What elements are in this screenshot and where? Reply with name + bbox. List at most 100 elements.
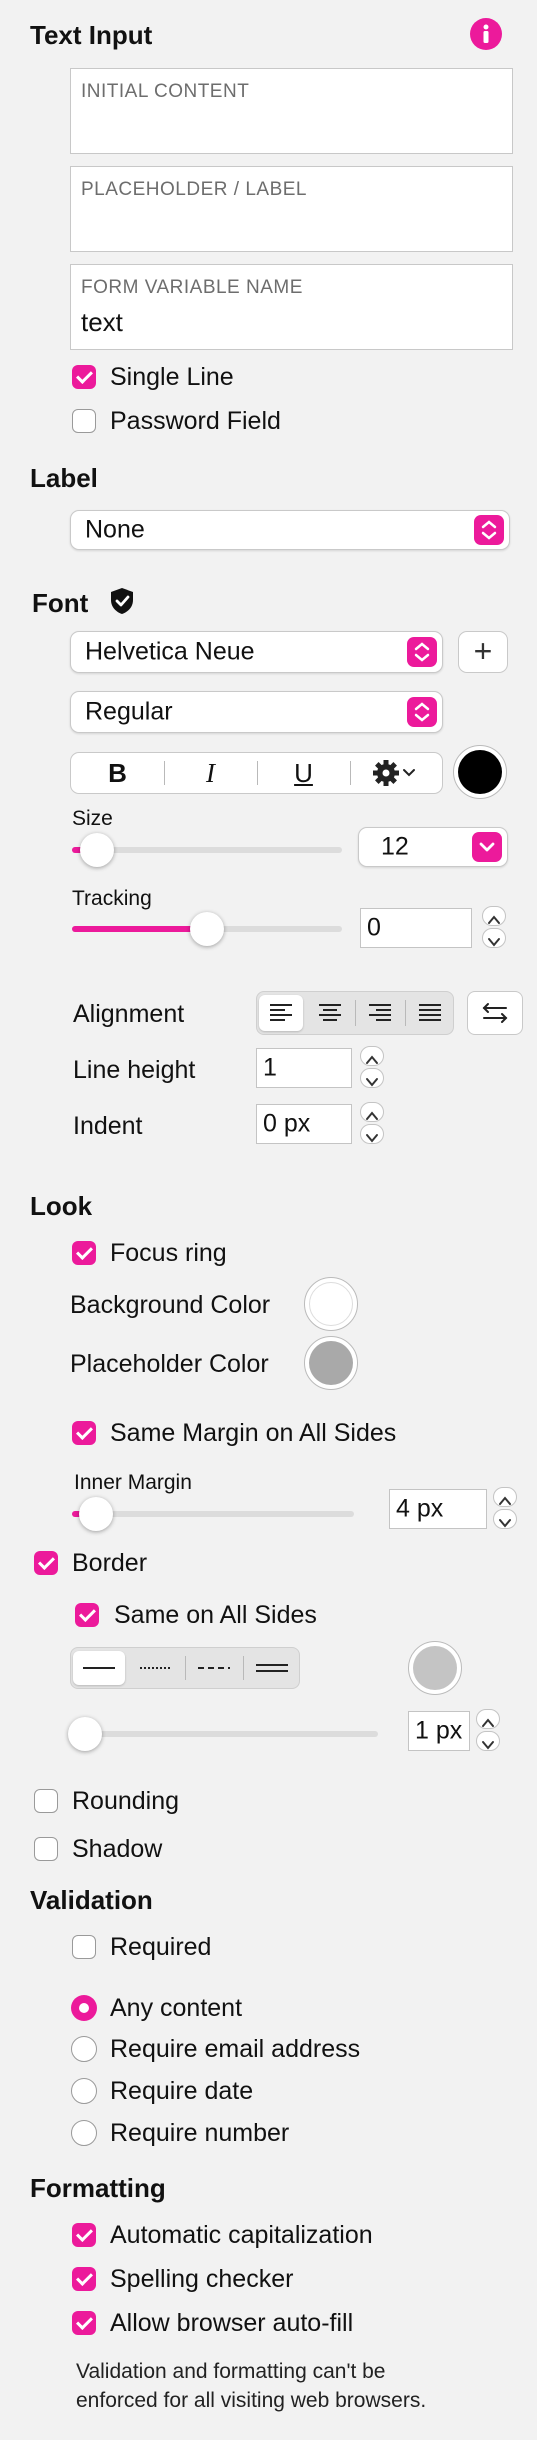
background-color-swatch: [309, 1282, 353, 1326]
label-select[interactable]: None: [70, 510, 510, 550]
align-left-button[interactable]: [259, 995, 303, 1031]
shadow-label: Shadow: [72, 1835, 163, 1863]
placeholder-color-well[interactable]: [304, 1336, 358, 1390]
section-title-font: Font: [32, 588, 89, 618]
spelling-checker-label: Spelling checker: [110, 2265, 294, 2293]
italic-button[interactable]: I: [164, 753, 257, 793]
stepper-up[interactable]: [360, 1102, 384, 1122]
align-right-button[interactable]: [356, 992, 404, 1034]
tracking-slider-knob[interactable]: [190, 912, 224, 946]
stepper-down[interactable]: [476, 1731, 500, 1751]
size-value: 12: [381, 832, 409, 861]
radio-require-date[interactable]: [71, 2078, 97, 2104]
line-solid-icon: [83, 1667, 115, 1669]
inner-margin-label: Inner Margin: [74, 1471, 192, 1494]
indent-stepper[interactable]: [360, 1102, 384, 1146]
inner-margin-slider-track: [72, 1511, 354, 1517]
placeholder-label-placeholder: PLACEHOLDER / LABEL: [81, 179, 307, 200]
same-on-all-sides-checkbox[interactable]: [75, 1603, 99, 1627]
stepper-down[interactable]: [360, 1124, 384, 1144]
align-center-icon: [319, 1004, 341, 1021]
line-double-icon: [256, 1664, 288, 1672]
border-label: Border: [72, 1549, 148, 1577]
radio-require-number[interactable]: [71, 2120, 97, 2146]
background-color-well[interactable]: [304, 1277, 358, 1331]
spelling-checker-checkbox[interactable]: [72, 2267, 96, 2291]
border-width-stepper[interactable]: [476, 1709, 500, 1753]
stepper-up[interactable]: [476, 1709, 500, 1729]
auto-capitalization-label: Automatic capitalization: [110, 2221, 373, 2249]
info-icon[interactable]: [470, 18, 502, 50]
border-width-slider-track: [72, 1731, 378, 1737]
radio-require-email[interactable]: [71, 2036, 97, 2062]
placeholder-color-label: Placeholder Color: [70, 1350, 269, 1378]
border-solid-button[interactable]: [73, 1651, 125, 1685]
stepper-down[interactable]: [493, 1509, 517, 1529]
chevron-down-icon: [472, 832, 502, 862]
border-color-well[interactable]: [408, 1641, 462, 1695]
text-color-well[interactable]: [453, 745, 507, 799]
tracking-slider-fill: [72, 926, 207, 932]
auto-capitalization-checkbox[interactable]: [72, 2223, 96, 2247]
tracking-stepper[interactable]: [482, 906, 506, 950]
placeholder-color-swatch: [309, 1341, 353, 1385]
size-select[interactable]: 12: [358, 827, 508, 867]
font-family-select[interactable]: Helvetica Neue: [70, 631, 443, 673]
font-weight-value: Regular: [85, 697, 173, 726]
section-title-validation: Validation: [30, 1885, 153, 1915]
indent-input[interactable]: 0 px: [256, 1104, 352, 1144]
stepper-down[interactable]: [482, 928, 506, 948]
required-checkbox[interactable]: [72, 1935, 96, 1959]
add-font-button[interactable]: +: [458, 631, 508, 673]
section-title-formatting: Formatting: [30, 2173, 166, 2203]
same-margin-label: Same Margin on All Sides: [110, 1419, 397, 1447]
size-slider-knob[interactable]: [80, 833, 114, 867]
underline-button[interactable]: U: [257, 753, 350, 793]
tracking-input[interactable]: 0: [360, 908, 472, 948]
size-label: Size: [72, 807, 113, 830]
inner-margin-input[interactable]: 4 px: [389, 1489, 487, 1529]
stepper-down[interactable]: [360, 1068, 384, 1088]
border-width-input[interactable]: 1 px: [408, 1711, 470, 1751]
single-line-checkbox[interactable]: [72, 365, 96, 389]
updown-chevrons-icon: [407, 637, 437, 667]
text-options-button[interactable]: [350, 753, 443, 793]
align-justify-button[interactable]: [406, 992, 454, 1034]
inner-margin-stepper[interactable]: [493, 1487, 517, 1531]
border-checkbox[interactable]: [34, 1551, 58, 1575]
rounding-checkbox[interactable]: [34, 1789, 58, 1813]
radio-any-content[interactable]: [71, 1995, 97, 2021]
shadow-checkbox[interactable]: [34, 1837, 58, 1861]
border-width-slider-knob[interactable]: [68, 1717, 102, 1751]
border-double-button[interactable]: [244, 1648, 300, 1688]
stepper-up[interactable]: [482, 906, 506, 926]
section-title-text-input: Text Input: [30, 20, 153, 50]
initial-content-field[interactable]: INITIAL CONTENT: [70, 68, 513, 154]
border-style-segmented-control: [70, 1647, 300, 1689]
align-right-icon: [369, 1004, 391, 1021]
border-width-value: 1 px: [415, 1716, 463, 1745]
line-dashed-icon: [198, 1667, 230, 1669]
bold-button[interactable]: B: [71, 753, 164, 793]
border-dotted-button[interactable]: [128, 1648, 184, 1688]
tracking-value: 0: [367, 913, 381, 942]
stepper-up[interactable]: [493, 1487, 517, 1507]
form-variable-value: text: [81, 307, 123, 337]
font-weight-select[interactable]: Regular: [70, 691, 443, 733]
focus-ring-checkbox[interactable]: [72, 1241, 96, 1265]
form-variable-field[interactable]: FORM VARIABLE NAME text: [70, 264, 513, 350]
same-margin-checkbox[interactable]: [72, 1421, 96, 1445]
inner-margin-slider-knob[interactable]: [79, 1497, 113, 1531]
line-height-stepper[interactable]: [360, 1046, 384, 1090]
browser-autofill-checkbox[interactable]: [72, 2311, 96, 2335]
initial-content-placeholder: INITIAL CONTENT: [81, 81, 250, 102]
line-height-input[interactable]: 1: [256, 1048, 352, 1088]
text-direction-button[interactable]: [467, 991, 523, 1035]
border-dashed-button[interactable]: [186, 1648, 242, 1688]
align-center-button[interactable]: [306, 992, 354, 1034]
radio-label-require-email: Require email address: [110, 2035, 361, 2063]
stepper-up[interactable]: [360, 1046, 384, 1066]
placeholder-label-field[interactable]: PLACEHOLDER / LABEL: [70, 166, 513, 252]
tracking-label: Tracking: [72, 887, 152, 910]
password-field-checkbox[interactable]: [72, 409, 96, 433]
